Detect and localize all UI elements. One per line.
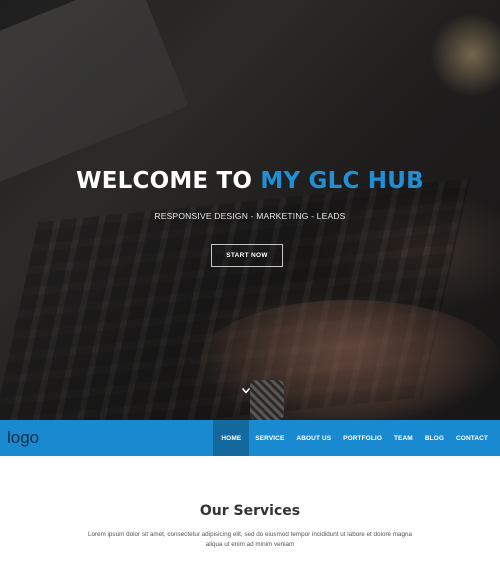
nav-item-home[interactable]: HOME [213,420,250,456]
hero-title-accent: MY GLC HUB [260,168,424,194]
logo[interactable]: logo [7,428,39,448]
nav-item-contact[interactable]: CONTACT [450,420,494,456]
nav-item-service[interactable]: SERVICE [249,420,290,456]
nav-item-blog[interactable]: BLOG [419,420,450,456]
start-now-button[interactable]: START NOW [211,244,283,267]
nav-menu: HOME SERVICE ABOUT US PORTFOLIO TEAM BLO… [213,420,494,456]
hero-title: WELCOME TO MY GLC HUB [0,168,500,194]
hero-overlay [0,0,500,420]
hero-title-prefix: WELCOME TO [76,168,253,194]
services-description: Lorem ipsum dolor sit amet, consectetur … [87,531,413,548]
nav-item-team[interactable]: TEAM [388,420,419,456]
main-navbar: logo HOME SERVICE ABOUT US PORTFOLIO TEA… [0,420,500,456]
nav-item-about-us[interactable]: ABOUT US [290,420,337,456]
services-title: Our Services [199,503,301,519]
chevron-down-icon[interactable] [241,386,251,396]
hero-subtitle: RESPONSIVE DESIGN - MARKETING - LEADS [154,211,346,221]
hero-section: WELCOME TO MY GLC HUB RESPONSIVE DESIGN … [0,0,500,420]
nav-item-portfolio[interactable]: PORTFOLIO [337,420,388,456]
